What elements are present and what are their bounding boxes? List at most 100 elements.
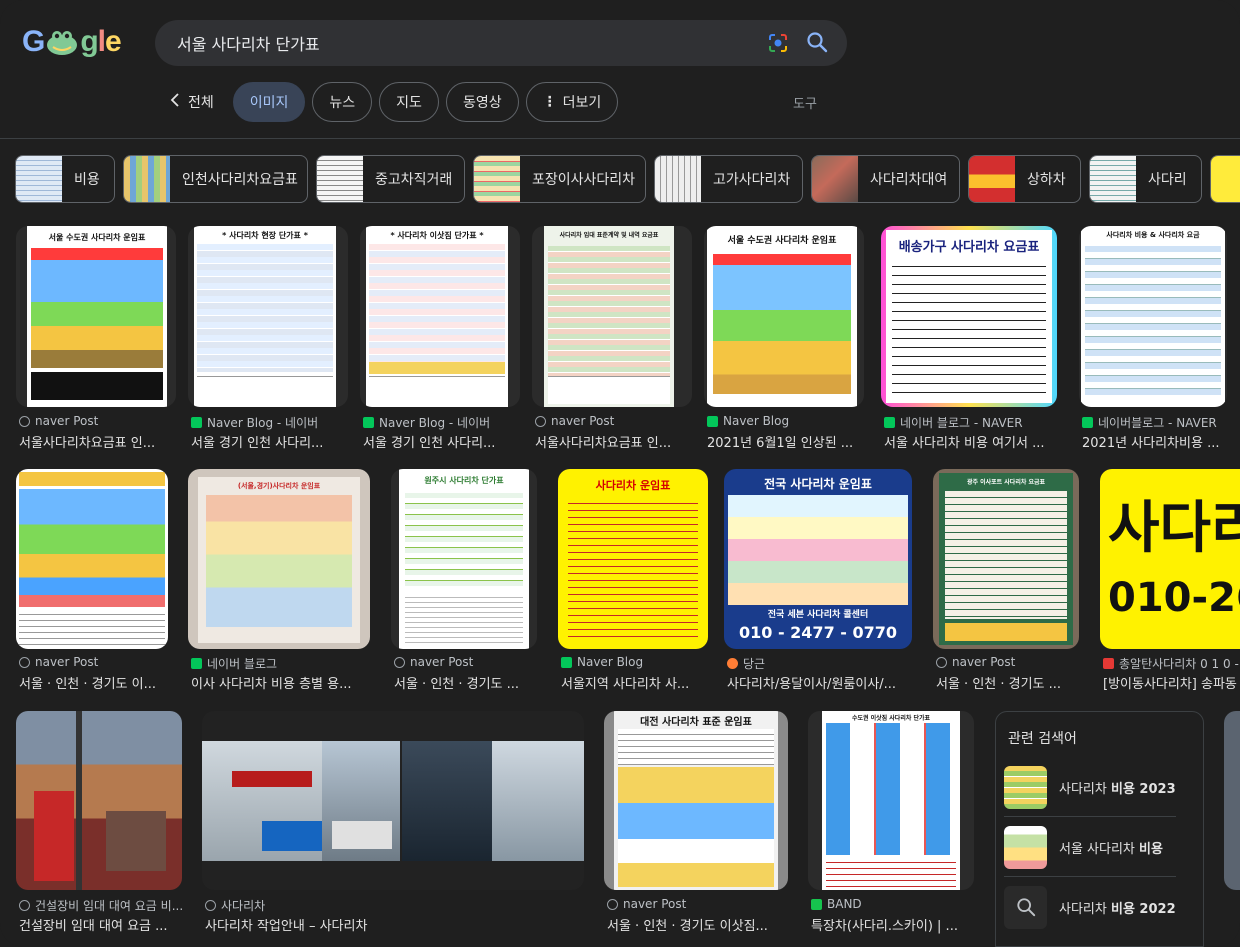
naver-blog-icon bbox=[191, 417, 202, 428]
globe-icon bbox=[205, 900, 216, 911]
image-result-partial[interactable] bbox=[1224, 711, 1240, 936]
result-title[interactable]: 서울 · 인천 · 경기도 ... bbox=[936, 673, 1076, 692]
chip-thumbnail bbox=[1211, 156, 1240, 202]
related-chip[interactable]: 포장이사사다리차 bbox=[473, 155, 646, 203]
globe-icon bbox=[394, 656, 405, 668]
image-result[interactable]: 전국 사다리차 운임표 전국 세븐 사다리차 콜센터 010 - 2477 - … bbox=[724, 469, 912, 694]
google-lens-icon[interactable] bbox=[767, 32, 789, 58]
result-title[interactable]: 서울 사다리차 비용 여기서 ... bbox=[884, 432, 1054, 451]
image-result[interactable]: 서울 수도권 사다리차 운임표 naver Post 서울사다리차요금표 인..… bbox=[16, 226, 176, 456]
chip-thumbnail bbox=[1090, 156, 1136, 202]
related-divider bbox=[1004, 876, 1176, 877]
related-chip[interactable] bbox=[1210, 155, 1240, 203]
naver-blog-icon bbox=[363, 417, 374, 428]
result-title[interactable]: 2021년 6월1일 인상된 ... bbox=[707, 432, 861, 451]
tools-button[interactable]: 도구 bbox=[793, 93, 817, 112]
search-icon bbox=[1016, 898, 1035, 917]
chip-thumbnail bbox=[812, 156, 858, 202]
chip-thumbnail bbox=[655, 156, 701, 202]
result-title[interactable]: 서울지역 사다리차 사... bbox=[561, 673, 707, 692]
result-thumbnail: (서울,경기)사다리차 운임표 bbox=[188, 469, 370, 649]
chip-thumbnail bbox=[969, 156, 1015, 202]
tab-maps[interactable]: 지도 bbox=[379, 82, 439, 122]
result-title[interactable]: 서울사다리차요금표 인... bbox=[19, 432, 173, 451]
carrot-icon bbox=[727, 658, 738, 669]
result-title[interactable]: 서울 · 인천 · 경기도 이... bbox=[19, 673, 169, 692]
result-title[interactable]: 2021년 사다리차비용 ... bbox=[1082, 432, 1227, 451]
result-thumbnail: 대전 사다리차 표준 운임표 bbox=[604, 711, 788, 890]
image-result[interactable]: 대전 사다리차 표준 운임표 naver Post 서울 · 인천 · 경기도 … bbox=[604, 711, 788, 936]
related-search-item[interactable]: 사다리차 비용 2023 bbox=[1004, 758, 1179, 816]
image-result[interactable]: * 사다리차 이삿짐 단가표 * Naver Blog - 네이버 서울 경기 … bbox=[360, 226, 520, 456]
related-chip-row: 비용 인천사다리차요금표 중고차직거래 포장이사사다리차 고가사다리차 사다리차… bbox=[15, 155, 1240, 203]
image-result[interactable]: * 사다리차 현장 단가표 * Naver Blog - 네이버 서울 경기 인… bbox=[188, 226, 348, 456]
image-result[interactable]: 사다리차 운임표 Naver Blog 서울지역 사다리차 사... bbox=[558, 469, 708, 694]
tab-more[interactable]: ⋮ 더보기 bbox=[525, 82, 619, 122]
result-title[interactable]: 이사 사다리차 비용 층별 용... bbox=[191, 673, 371, 692]
search-input[interactable] bbox=[177, 32, 737, 54]
result-title[interactable]: 서울 경기 인천 사다리... bbox=[191, 432, 345, 451]
image-result[interactable]: (서울,경기)사다리차 운임표 네이버 블로그 이사 사다리차 비용 층별 용.… bbox=[188, 469, 370, 694]
naver-blog-icon bbox=[1082, 417, 1093, 428]
image-result[interactable]: 서울 수도권 사다리차 운임표 Naver Blog 2021년 6월1일 인상… bbox=[704, 226, 864, 456]
image-result[interactable]: 건설장비 임대 대여 요금 비... 건설장비 임대 대여 요금 ... bbox=[16, 711, 183, 936]
result-thumbnail: 전국 사다리차 운임표 전국 세븐 사다리차 콜센터 010 - 2477 - … bbox=[724, 469, 912, 649]
related-searches-title: 관련 검색어 bbox=[1008, 731, 1077, 747]
result-thumbnail: 서울 수도권 사다리차 운임표 bbox=[16, 226, 176, 407]
related-chip[interactable]: 상하차 bbox=[968, 155, 1081, 203]
related-search-item[interactable]: 사다리차 비용 2022 bbox=[1004, 878, 1179, 936]
result-thumbnail: 사다리차 운임표 bbox=[558, 469, 708, 649]
image-result[interactable]: 배송가구 사다리차 요금표 네이버 블로그 - NAVER 서울 사다리차 비용… bbox=[881, 226, 1057, 456]
result-thumbnail bbox=[16, 711, 182, 890]
tab-all[interactable]: 전체 bbox=[164, 83, 226, 121]
search-icon[interactable] bbox=[806, 31, 828, 57]
image-result[interactable]: 사다리차 임대 표준계약 및 내역 요금표 naver Post 서울사다리차요… bbox=[532, 226, 692, 456]
result-thumbnail bbox=[1224, 711, 1240, 890]
image-result[interactable]: 사다리차 사다리차 작업안내 – 사다리차 bbox=[202, 711, 584, 936]
result-title[interactable]: 건설장비 임대 대여 요금 ... bbox=[19, 915, 181, 934]
result-title[interactable]: 서울 경기 인천 사다리... bbox=[363, 432, 517, 451]
result-title[interactable]: [방이동사다리차] 송파동 bbox=[1103, 673, 1240, 692]
related-chip[interactable]: 중고차직거래 bbox=[316, 155, 465, 203]
tab-videos[interactable]: 동영상 bbox=[445, 82, 519, 122]
image-result[interactable]: 사다리차 비용 & 사다리차 요금 네이버블로그 - NAVER 2021년 사… bbox=[1079, 226, 1227, 456]
result-thumbnail: 원주시 사다리차 단가표 bbox=[391, 469, 537, 649]
result-title[interactable]: 특장차(사다리.스카이) | ... bbox=[811, 915, 973, 934]
related-chip[interactable]: 고가사다리차 bbox=[654, 155, 803, 203]
naver-blog-icon bbox=[707, 415, 718, 427]
globe-icon bbox=[19, 900, 30, 911]
globe-icon bbox=[607, 898, 618, 910]
chip-thumbnail bbox=[317, 156, 363, 202]
result-thumbnail: 광주 이사포트 사다리차 요금표 bbox=[933, 469, 1079, 649]
image-result[interactable]: 광주 이사포트 사다리차 요금표 naver Post 서울 · 인천 · 경기… bbox=[933, 469, 1079, 694]
tab-all-label: 전체 bbox=[188, 95, 214, 111]
doodle-frog-icon bbox=[45, 27, 79, 57]
related-chip[interactable]: 비용 bbox=[15, 155, 115, 203]
result-title[interactable]: 서울 · 인천 · 경기도 이삿짐... bbox=[607, 915, 787, 934]
related-divider bbox=[1004, 816, 1176, 817]
result-title[interactable]: 사다리차/용달이사/원룸이사/... bbox=[727, 673, 911, 692]
chip-thumbnail bbox=[474, 156, 520, 202]
related-thumbnail bbox=[1004, 765, 1047, 809]
result-title[interactable]: 서울사다리차요금표 인... bbox=[535, 432, 689, 451]
related-chip[interactable]: 사다리 bbox=[1089, 155, 1202, 203]
image-result[interactable]: 사다리 010-2677 총알탄사다리차 0 1 0 - 2 [방이동사다리차]… bbox=[1100, 469, 1240, 694]
tab-news[interactable]: 뉴스 bbox=[312, 82, 373, 122]
tab-images[interactable]: 이미지 bbox=[232, 82, 306, 122]
google-doodle-logo[interactable]: G gle bbox=[22, 24, 122, 60]
related-chip[interactable]: 인천사다리차요금표 bbox=[123, 155, 308, 203]
result-title[interactable]: 서울 · 인천 · 경기도 ... bbox=[394, 673, 538, 692]
related-chip[interactable]: 사다리차대여 bbox=[811, 155, 960, 203]
image-result[interactable]: 원주시 사다리차 단가표 naver Post 서울 · 인천 · 경기도 ..… bbox=[391, 469, 537, 694]
band-icon bbox=[811, 898, 822, 910]
globe-icon bbox=[936, 656, 947, 668]
image-result[interactable]: naver Post 서울 · 인천 · 경기도 이... bbox=[16, 469, 168, 694]
search-box[interactable] bbox=[155, 20, 847, 66]
image-result[interactable]: 수도권 이삿짐 사다리차 단가표 BAND 특장차(사다리.스카이) | ... bbox=[808, 711, 974, 936]
related-searches-panel: 관련 검색어 사다리차 비용 2023 서울 사다리차 비용 사다리차 비용 2… bbox=[995, 711, 1204, 947]
result-thumbnail: 사다리차 임대 표준계약 및 내역 요금표 bbox=[532, 226, 692, 407]
result-title[interactable]: 사다리차 작업안내 – 사다리차 bbox=[205, 915, 583, 934]
naver-blog-icon bbox=[884, 417, 895, 428]
related-search-item[interactable]: 서울 사다리차 비용 bbox=[1004, 818, 1179, 876]
globe-icon bbox=[19, 415, 30, 427]
